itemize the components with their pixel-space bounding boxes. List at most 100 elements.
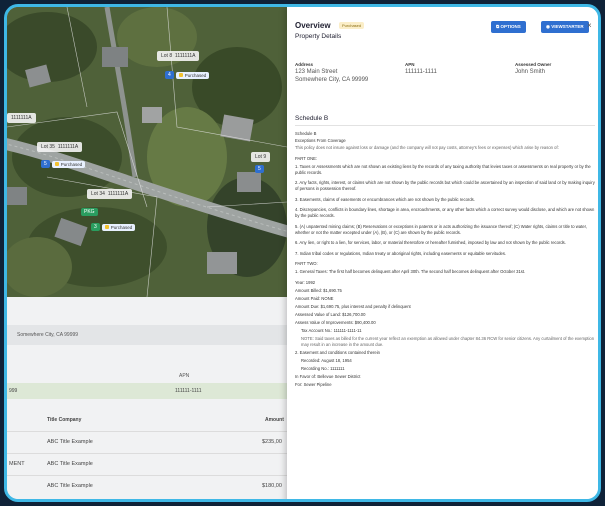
schedule-sub: Exceptions From Coverage <box>295 138 346 143</box>
location-text: Somewhere City, CA 99999 <box>17 332 79 338</box>
address-line2: Somewhere City, CA 99999 <box>295 76 369 83</box>
lot-count-badge: PKG <box>81 208 98 216</box>
purchased-tag: Purchased <box>51 160 86 168</box>
lot-number: Lot 34 <box>91 191 105 197</box>
purchased-badge: Purchased <box>339 22 365 29</box>
row-left-cell: 999 <box>9 388 18 394</box>
amount-paid: Amount Paid: NONE <box>295 295 334 301</box>
address-label: Address <box>295 62 314 67</box>
schedule-intro: This policy does not insure against loss… <box>295 145 559 150</box>
apn-label: APN <box>405 62 415 67</box>
title-company-header[interactable]: Title Company <box>47 417 81 423</box>
purchased-tag-label: Purchased <box>60 161 83 167</box>
tax-year: Year: 1992 <box>295 279 316 285</box>
purchased-tag: Purchased <box>101 223 136 231</box>
lot-count-badge: 5 <box>41 160 50 168</box>
lot-number: Lot 35 <box>41 144 55 150</box>
apn-value: 111111-1111 <box>405 69 437 75</box>
exception-item: 6. Any lien, or right to a lien, for ser… <box>295 240 566 245</box>
row-amount-cell: $235,00 <box>262 439 282 445</box>
recording-number: Recording No.: 1111111 <box>301 365 345 371</box>
purchased-tag: Purchased <box>175 71 210 79</box>
purchased-tag-label: Purchased <box>110 224 133 230</box>
property-detail-panel: Overview Purchased Property Details ⧉ OP… <box>287 7 598 499</box>
tax-note: NOTE: Said taxes as billed for the curre… <box>301 335 595 347</box>
purchased-dot-icon <box>178 73 183 77</box>
table-row[interactable]: 999 111111-1111 <box>7 383 287 399</box>
viewstarter-button-label: VIEWSTARTER <box>551 24 584 29</box>
amount-header[interactable]: Amount <box>265 417 284 423</box>
amount-billed: Amount Billed: $1,690.75 <box>295 287 342 293</box>
part-one-heading: PART ONE: <box>295 155 318 161</box>
divider <box>295 125 595 126</box>
map-imagery <box>7 7 287 297</box>
options-button-label: OPTIONS <box>500 24 521 29</box>
owner-value: John Smith <box>515 69 546 75</box>
viewstarter-button[interactable]: ◉ VIEWSTARTER <box>541 21 589 33</box>
schedule-b-title: Schedule B <box>295 115 329 122</box>
lot-label[interactable]: Lot 8 1111111A <box>157 51 200 61</box>
address-line1: 123 Main Street <box>295 69 338 75</box>
row-company-cell: ABC Title Example <box>47 439 93 445</box>
lot-count-badge: 5 <box>255 165 264 173</box>
purchased-tag-label: Purchased <box>184 72 207 78</box>
row-amount-cell: $180,00 <box>262 483 282 489</box>
row-company-cell: ABC Title Example <box>47 483 93 489</box>
general-taxes: 1. General Taxes: The first half becomes… <box>295 269 526 274</box>
exception-item: 5. (A) unpatented mining claims; (B) Res… <box>295 223 587 235</box>
easement-item: 2. Easement and conditions contained the… <box>295 349 380 355</box>
assessed-improvements: Assess Value of Improvements: $90,400.00 <box>295 319 376 325</box>
property-details-title: Property Details <box>295 33 342 40</box>
app-frame: Lot 8 1111111A Lot 35 1111111A Lot 34 11… <box>4 4 601 502</box>
location-bar: Somewhere City, CA 99999 <box>7 325 287 345</box>
owner-label: Assessed Owner <box>515 62 552 67</box>
exception-item: 2. Any facts, rights, interest, or claim… <box>295 180 595 191</box>
lot-count-badge: 3 <box>91 223 100 231</box>
table-row[interactable]: MENT ABC Title Example <box>7 453 287 475</box>
results-table-area: Somewhere City, CA 99999 APN 999 111111-… <box>7 297 287 499</box>
lot-marker[interactable]: 4 Purchased <box>165 71 210 79</box>
lot-marker[interactable]: PKG <box>81 208 98 216</box>
overview-title: Overview <box>295 21 331 30</box>
exception-item: 3. Easements, claims of easements or enc… <box>295 196 475 202</box>
lot-apn: 1111111A <box>107 191 129 197</box>
address-value: 123 Main Street Somewhere City, CA 99999 <box>295 69 368 84</box>
assessed-land: Assessed Value of Land: $126,700.00 <box>295 311 366 317</box>
satellite-map[interactable]: Lot 8 1111111A Lot 35 1111111A Lot 34 11… <box>7 7 287 297</box>
table-row[interactable]: ABC Title Example $180,00 <box>7 475 287 497</box>
lot-marker[interactable]: 5 <box>255 165 264 173</box>
purchased-dot-icon <box>54 162 59 166</box>
lot-label[interactable]: Lot 9 <box>251 152 271 162</box>
table-row[interactable]: ABC Title Example $235,00 <box>7 431 287 453</box>
lot-apn: 1111111A <box>174 53 196 59</box>
tax-account: Tax Account No.: 111111-1111-11 <box>301 327 362 333</box>
exception-item: 1. Taxes or Assessments which are not sh… <box>295 163 591 175</box>
lot-number: Lot 9 <box>255 154 267 160</box>
lot-label[interactable]: 1111111A <box>7 113 36 123</box>
apn-header-label: APN <box>179 373 190 379</box>
in-favor-of: In Favor of: Bellevue Sewer District <box>295 373 361 379</box>
options-button[interactable]: ⧉ OPTIONS <box>491 21 526 33</box>
lot-count-badge: 4 <box>165 71 174 79</box>
part-two-heading: PART TWO: <box>295 261 318 266</box>
row-left-cell: MENT <box>9 461 25 467</box>
close-icon[interactable]: × <box>587 21 592 30</box>
title-company-header-row: Title Company Amount <box>7 415 287 427</box>
lot-label[interactable]: Lot 35 1111111A <box>37 142 83 152</box>
exception-item: 7. Indian tribal codes or regulations, I… <box>295 250 507 256</box>
apn-column-header[interactable]: APN <box>7 369 287 383</box>
lot-marker[interactable]: 5 Purchased <box>41 160 86 168</box>
lot-number: Lot 8 <box>161 53 173 59</box>
exception-item: 4. Discrepancies, conflicts in boundary … <box>295 207 595 218</box>
lot-apn: 1111111A <box>11 115 32 121</box>
purchased-dot-icon <box>104 225 109 229</box>
lot-marker[interactable]: 3 Purchased <box>91 223 136 231</box>
schedule-heading: Schedule B <box>295 131 317 136</box>
amount-due: Amount Due: $1,690.75, plus interest and… <box>295 303 411 309</box>
lot-apn: 1111111A <box>57 144 79 150</box>
row-company-cell: ABC Title Example <box>47 461 93 467</box>
schedule-b-body: Schedule B Exceptions From Coverage This… <box>295 131 598 390</box>
row-apn-cell: 111111-1111 <box>175 388 202 394</box>
recorded-date: Recorded: August 18, 1954 <box>301 357 352 363</box>
lot-label[interactable]: Lot 34 1111111A <box>87 189 133 199</box>
